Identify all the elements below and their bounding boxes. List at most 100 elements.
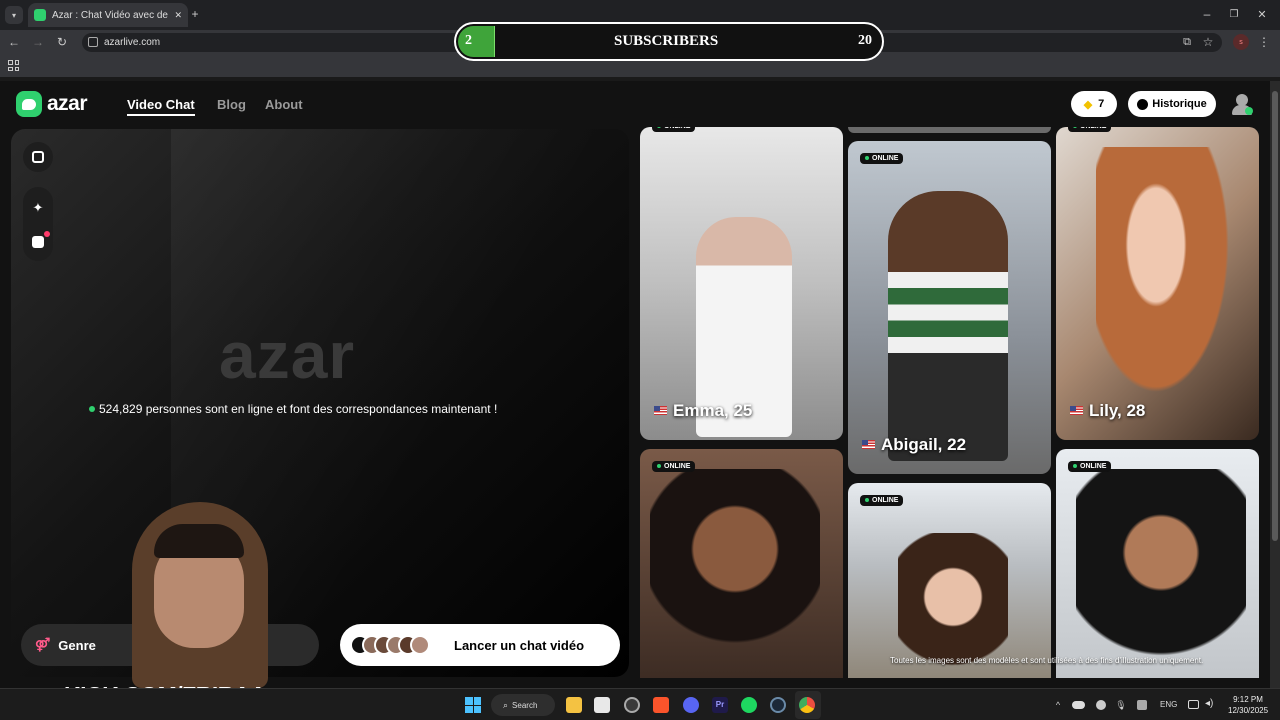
maximize-button[interactable]: ❐ xyxy=(1225,5,1243,23)
forward-arrow-icon[interactable]: → xyxy=(30,34,46,50)
subscriber-progress-fill xyxy=(458,26,495,57)
volume-icon[interactable]: ◂) xyxy=(1205,698,1213,709)
tab-title: Azar : Chat Vidéo avec de nouv xyxy=(52,9,168,21)
app-icon[interactable] xyxy=(594,697,610,713)
online-badge: ONLINE xyxy=(652,127,696,132)
nav-about[interactable]: About xyxy=(265,97,303,112)
search-label: Search xyxy=(512,700,538,710)
subscriber-count: 2 xyxy=(465,33,472,48)
chrome-active-indicator xyxy=(795,691,821,719)
online-count-label: 524,829 personnes sont en ligne et font … xyxy=(99,402,498,416)
profile-avatar[interactable]: s xyxy=(1233,34,1249,50)
network-icon[interactable] xyxy=(1188,700,1199,709)
online-dot-icon xyxy=(89,406,95,412)
card-name-abigail: Abigail, 22 xyxy=(862,435,966,455)
install-app-icon[interactable]: ⧉ xyxy=(1180,34,1194,50)
logo-text: azar xyxy=(47,92,88,115)
gem-icon: ◆ xyxy=(1083,98,1093,111)
clock-icon xyxy=(1137,98,1149,110)
subscriber-label: SUBSCRIBERS xyxy=(614,33,719,49)
online-badge: ONLINE xyxy=(860,495,904,506)
app-icon-2[interactable] xyxy=(624,697,640,713)
bookmark-star-icon[interactable]: ☆ xyxy=(1201,34,1215,50)
history-button[interactable]: Historique xyxy=(1128,91,1216,117)
nav-video-chat[interactable]: Video Chat xyxy=(127,97,195,116)
spotify-icon[interactable] xyxy=(741,697,757,713)
profile-card-4[interactable]: ONLINE xyxy=(640,449,843,678)
onedrive-icon[interactable] xyxy=(1072,701,1085,709)
subscriber-goal: 20 xyxy=(858,33,872,48)
effects-button[interactable]: ✦ xyxy=(23,193,53,223)
profile-card-top-partial[interactable] xyxy=(848,127,1051,133)
start-video-chat-button[interactable]: Lancer un chat vidéo xyxy=(340,624,620,666)
online-count-text: 524,829 personnes sont en ligne et font … xyxy=(89,402,497,416)
card-photo xyxy=(650,469,820,669)
profile-card-abigail[interactable]: ONLINE Abigail, 22 xyxy=(848,141,1051,474)
discord-icon[interactable] xyxy=(683,697,699,713)
minimize-button[interactable]: – xyxy=(1198,5,1216,23)
gems-badge[interactable]: ◆ 7 xyxy=(1071,91,1117,117)
illustration-disclaimer: Toutes les images sont des modèles et so… xyxy=(890,656,1204,665)
us-flag-icon xyxy=(654,406,667,415)
clock-time: 9:12 PM xyxy=(1233,695,1263,704)
gender-label: Genre xyxy=(58,637,96,653)
online-badge: ONLINE xyxy=(1068,461,1112,472)
online-badge: ONLINE xyxy=(652,461,696,472)
expand-icon xyxy=(32,151,44,163)
vpn-icon[interactable] xyxy=(1096,700,1106,710)
file-explorer-icon[interactable] xyxy=(566,697,582,713)
fullscreen-button[interactable] xyxy=(23,142,53,172)
close-tab-icon[interactable]: ✕ xyxy=(174,10,182,21)
profile-card-lily[interactable]: ONLINE Lily, 28 xyxy=(1056,127,1259,440)
language-indicator[interactable]: ENG xyxy=(1160,700,1177,709)
card-name-emma: Emma, 25 xyxy=(654,401,752,421)
profile-card-7[interactable]: ONLINE xyxy=(1056,449,1259,678)
site-header: azar Video Chat Blog About ◆ 7 Historiqu… xyxy=(0,81,1270,127)
subscriber-goal-overlay: 2 SUBSCRIBERS 20 xyxy=(454,22,884,61)
premiere-icon[interactable]: Pr xyxy=(712,697,728,713)
us-flag-icon xyxy=(862,440,875,449)
azar-logo[interactable]: azar xyxy=(16,91,88,117)
online-badge: ONLINE xyxy=(860,153,904,164)
clock[interactable]: 9:12 PM 12/30/2025 xyxy=(1228,694,1268,716)
status-dot-icon xyxy=(1245,107,1253,115)
tray-chevron-icon[interactable]: ^ xyxy=(1052,698,1064,712)
tab-list-button[interactable]: ▾ xyxy=(5,6,23,24)
taskbar-search[interactable]: ⌕ Search xyxy=(491,694,555,716)
page-scrollbar[interactable] xyxy=(1270,81,1280,688)
smiley-icon xyxy=(32,236,44,248)
start-menu-icon[interactable] xyxy=(465,697,481,713)
browser-menu-icon[interactable]: ⋮ xyxy=(1258,34,1270,50)
profile-card-6[interactable]: ONLINE xyxy=(848,483,1051,678)
steam-icon[interactable] xyxy=(770,697,786,713)
microphone-icon[interactable]: 🎙 xyxy=(1115,698,1126,712)
apps-grid-icon[interactable] xyxy=(8,60,19,71)
profile-grid: ONLINE Emma, 25 ONLINE ONLINE Abigail, 2… xyxy=(640,127,1260,678)
tray-app-icon[interactable] xyxy=(1137,700,1147,710)
notification-dot-icon xyxy=(44,231,50,237)
brave-icon[interactable] xyxy=(653,697,669,713)
back-arrow-icon[interactable]: ← xyxy=(6,34,22,50)
windows-taskbar: ⌕ Search Pr ^ 🎙 ENG ◂) 9:12 PM 12/30/202… xyxy=(0,688,1280,720)
user-avatar[interactable] xyxy=(1231,93,1253,115)
gender-icon: ⚤ xyxy=(35,637,51,652)
close-window-button[interactable]: ✕ xyxy=(1253,5,1271,23)
streamer-hair xyxy=(154,524,244,558)
new-tab-button[interactable]: + xyxy=(188,5,202,23)
us-flag-icon xyxy=(1070,406,1083,415)
clock-date: 12/30/2025 xyxy=(1228,706,1269,715)
profile-card-emma[interactable]: ONLINE Emma, 25 xyxy=(640,127,843,440)
reload-icon[interactable]: ↻ xyxy=(54,34,70,50)
browser-tab[interactable]: Azar : Chat Vidéo avec de nouv ✕ xyxy=(28,3,188,27)
nav-blog[interactable]: Blog xyxy=(217,97,246,112)
url-text: azarlive.com xyxy=(104,37,161,48)
gems-count: 7 xyxy=(1098,98,1105,110)
site-info-icon[interactable] xyxy=(88,37,98,47)
search-icon: ⌕ xyxy=(503,699,509,710)
card-name-lily: Lily, 28 xyxy=(1070,401,1145,421)
azar-logo-icon xyxy=(16,91,42,117)
history-label: Historique xyxy=(1152,98,1207,110)
hero-logo: azar xyxy=(219,318,356,392)
abigail-photo xyxy=(888,191,1008,461)
card-photo xyxy=(1076,469,1246,678)
